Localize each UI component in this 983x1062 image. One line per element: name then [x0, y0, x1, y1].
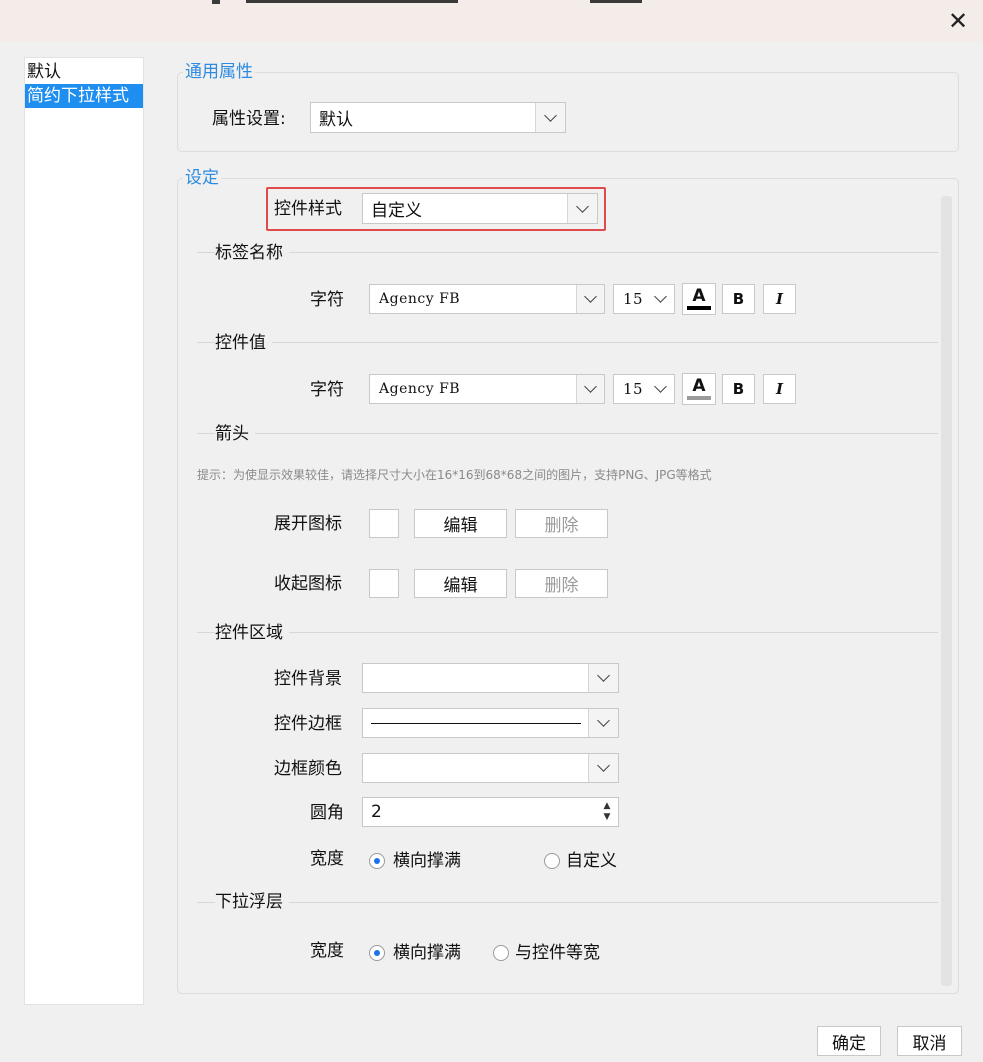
chevron-down-icon[interactable] — [588, 754, 618, 782]
radio-selected-icon[interactable] — [369, 853, 385, 869]
dialog-titlebar — [0, 0, 983, 42]
control-area-section-title: 控件区域 — [215, 622, 289, 644]
collapse-icon-label: 收起图标 — [274, 574, 342, 594]
close-icon[interactable]: ✕ — [940, 6, 976, 36]
control-background-select[interactable] — [362, 663, 619, 693]
value-font-select[interactable]: Agency FB — [369, 374, 605, 404]
label-font-label: 字符 — [310, 290, 344, 310]
style-list-item-simple-dropdown[interactable]: 简约下拉样式 — [25, 84, 143, 108]
value-font-size-select[interactable]: 15 — [613, 374, 675, 404]
label-font-value: Agency FB — [379, 291, 461, 307]
value-italic-button[interactable]: I — [763, 374, 796, 404]
value-font-color-button[interactable]: A — [682, 373, 716, 405]
property-settings-label: 属性设置: — [212, 109, 286, 129]
arrow-hint-text: 提示：为使显示效果较佳，请选择尺寸大小在16*16到68*68之间的图片，支持P… — [197, 468, 712, 482]
value-bold-button[interactable]: B — [722, 374, 755, 404]
control-width-option-custom[interactable]: 自定义 — [544, 850, 617, 872]
border-line-preview — [371, 722, 581, 724]
background-window-edge — [246, 0, 458, 3]
expand-icon-label: 展开图标 — [274, 514, 342, 534]
section-divider — [197, 433, 938, 434]
control-style-label: 控件样式 — [274, 199, 342, 219]
corner-radius-spinner[interactable]: 2 ▲ ▼ — [362, 797, 619, 827]
chevron-down-icon[interactable] — [646, 375, 674, 403]
settings-scrollbar[interactable] — [941, 196, 952, 986]
label-italic-button[interactable]: I — [763, 284, 796, 314]
control-width-option-fill[interactable]: 横向撑满 — [369, 850, 461, 872]
collapse-icon-preview — [369, 569, 399, 598]
label-font-size-value: 15 — [623, 290, 644, 308]
control-border-select[interactable] — [362, 708, 619, 738]
corner-radius-value: 2 — [371, 802, 382, 822]
font-color-icon: A — [692, 376, 706, 396]
general-properties-group — [177, 72, 959, 152]
dropdown-width-label: 宽度 — [310, 941, 344, 961]
value-font-size-value: 15 — [623, 380, 644, 398]
arrow-section-title: 箭头 — [215, 423, 255, 445]
dropdown-width-fill-label: 横向撑满 — [393, 943, 461, 963]
radio-unselected-icon[interactable] — [544, 853, 560, 869]
cancel-button[interactable]: 取消 — [897, 1026, 962, 1056]
label-font-color-button[interactable]: A — [682, 283, 716, 315]
control-style-select[interactable]: 自定义 — [362, 193, 598, 224]
corner-radius-label: 圆角 — [310, 803, 344, 823]
chevron-down-icon[interactable] — [588, 664, 618, 692]
style-list: 默认 简约下拉样式 — [24, 57, 144, 1005]
font-color-icon: A — [692, 286, 706, 306]
border-color-label: 边框颜色 — [274, 759, 342, 779]
section-divider — [197, 632, 938, 633]
control-style-value: 自定义 — [371, 201, 422, 221]
chevron-down-icon[interactable] — [535, 103, 565, 132]
font-color-swatch — [687, 306, 711, 310]
label-font-size-select[interactable]: 15 — [613, 284, 675, 314]
general-properties-title: 通用属性 — [183, 62, 255, 82]
ok-button[interactable]: 确定 — [817, 1026, 881, 1056]
chevron-down-icon[interactable] — [646, 285, 674, 313]
font-color-swatch — [687, 396, 711, 400]
control-value-section-title: 控件值 — [215, 332, 272, 354]
section-divider — [197, 902, 938, 903]
collapse-icon-edit-button[interactable]: 编辑 — [414, 569, 507, 598]
dropdown-width-option-fill[interactable]: 横向撑满 — [369, 942, 461, 964]
expand-icon-edit-button[interactable]: 编辑 — [414, 509, 507, 538]
label-font-select[interactable]: Agency FB — [369, 284, 605, 314]
value-font-value: Agency FB — [379, 381, 461, 397]
dropdown-layer-section-title: 下拉浮层 — [215, 891, 289, 913]
radio-unselected-icon[interactable] — [493, 945, 509, 961]
style-list-item-default[interactable]: 默认 — [25, 60, 143, 84]
border-color-select[interactable] — [362, 753, 619, 783]
settings-title: 设定 — [183, 168, 221, 188]
dropdown-width-option-same[interactable]: 与控件等宽 — [493, 942, 600, 964]
chevron-down-icon[interactable] — [576, 375, 604, 403]
background-window-edge — [590, 0, 642, 3]
section-divider — [197, 252, 938, 253]
expand-icon-preview — [369, 509, 399, 538]
control-border-label: 控件边框 — [274, 714, 342, 734]
chevron-down-icon[interactable] — [588, 709, 618, 737]
radio-selected-icon[interactable] — [369, 945, 385, 961]
section-divider — [197, 342, 938, 343]
dropdown-width-same-label: 与控件等宽 — [515, 943, 600, 963]
control-width-label: 宽度 — [310, 849, 344, 869]
value-font-label: 字符 — [310, 380, 344, 400]
property-settings-select[interactable]: 默认 — [310, 102, 566, 133]
control-width-fill-label: 横向撑满 — [393, 851, 461, 871]
background-window-edge — [212, 0, 220, 4]
spinner-arrows-icon[interactable]: ▲ ▼ — [596, 798, 618, 826]
chevron-down-icon[interactable] — [576, 285, 604, 313]
property-settings-value: 默认 — [319, 110, 353, 130]
chevron-down-icon[interactable] — [567, 194, 597, 223]
collapse-icon-delete-button[interactable]: 删除 — [515, 569, 608, 598]
control-background-label: 控件背景 — [274, 669, 342, 689]
label-name-section-title: 标签名称 — [215, 242, 289, 264]
control-width-custom-label: 自定义 — [566, 851, 617, 871]
label-bold-button[interactable]: B — [722, 284, 755, 314]
expand-icon-delete-button[interactable]: 删除 — [515, 509, 608, 538]
